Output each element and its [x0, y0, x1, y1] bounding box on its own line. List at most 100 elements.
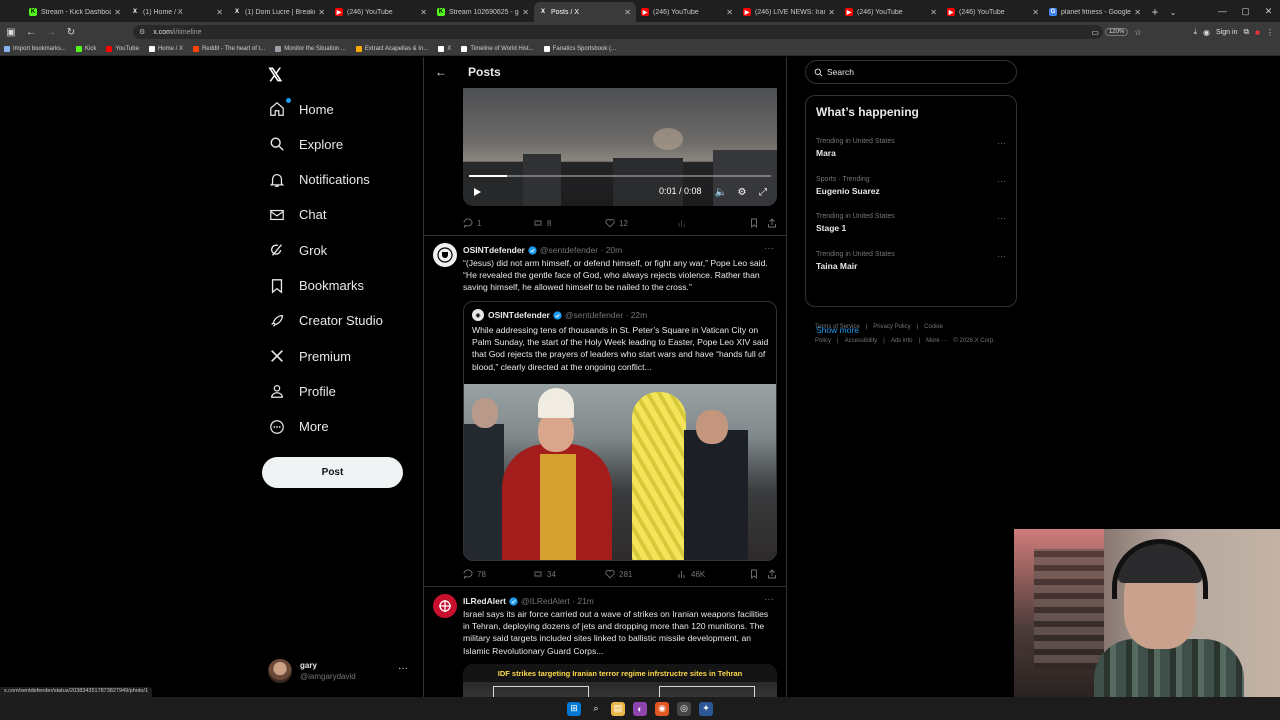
app-icon[interactable]: ◐ [633, 701, 647, 716]
screen-cast-icon[interactable]: ▭ [1091, 28, 1099, 37]
quoted-post[interactable]: ◉ OSINTdefender @sentdefender · 22m Whil… [463, 301, 777, 561]
reply-button[interactable]: 1 [463, 218, 481, 228]
bookmark-item[interactable]: Kick [76, 45, 96, 52]
repost-button[interactable]: 8 [533, 218, 551, 228]
close-tab-icon[interactable]: ✕ [522, 8, 529, 17]
author-handle[interactable]: @ILRedAlert [521, 596, 570, 606]
footer-link[interactable]: Privacy Policy [873, 324, 910, 330]
windows-start-icon[interactable]: ⊞ [567, 701, 581, 716]
more-dots-icon[interactable]: ··· [764, 594, 774, 605]
footer-link[interactable]: © 2026 X Corp. [953, 338, 994, 344]
bookmark-item[interactable]: Timeline of World Hist... [461, 45, 534, 52]
search-box[interactable] [805, 60, 1017, 84]
bookmark-item[interactable]: Extract Acapellas & In... [355, 45, 428, 52]
search-input[interactable] [827, 67, 1007, 77]
nav-item-bookmarks[interactable]: Bookmarks [268, 271, 364, 301]
close-tab-icon[interactable]: ✕ [1134, 8, 1141, 17]
bookmark-item[interactable]: Import bookmarks... [4, 45, 66, 52]
avatar[interactable] [433, 594, 457, 618]
author-handle[interactable]: @sentdefender [540, 245, 598, 255]
video-player[interactable]: 0:01 / 0:08 🔈 ⚙ ⤢ [463, 88, 777, 206]
bookmark-item[interactable]: Fanatics Sportsbook (... [543, 45, 616, 52]
nav-item-notifications[interactable]: Notifications [268, 165, 370, 195]
browser-tab[interactable]: K Stream 102690625 - garyd…✕ [432, 2, 534, 22]
browser-tab[interactable]: X (1) Home / X ✕ [126, 2, 228, 22]
volume-icon[interactable]: 🔈 [715, 186, 727, 198]
trend-item[interactable]: Trending in United States Stage 1 ··· [816, 213, 1006, 243]
author-name[interactable]: ILRedAlert [463, 596, 506, 606]
profile-icon[interactable]: ◉ [1203, 28, 1210, 37]
post-photo[interactable] [464, 384, 776, 560]
author-name[interactable]: OSINTdefender [463, 245, 525, 255]
browser-tab[interactable]: ▶ (246) YouTube ✕ [840, 2, 942, 22]
browser-menu-icon[interactable]: ⋮ [1266, 28, 1274, 37]
app-icon[interactable]: ◎ [677, 701, 691, 716]
close-tab-icon[interactable]: ✕ [318, 8, 325, 17]
video-progress-bar[interactable] [469, 175, 771, 177]
like-button[interactable]: 281 [605, 569, 632, 579]
site-info-icon[interactable]: ⚙ [139, 28, 145, 36]
bookmark-button[interactable] [749, 218, 759, 228]
more-dots-icon[interactable]: ··· [997, 176, 1006, 186]
zoom-indicator[interactable]: 120% [1104, 28, 1129, 36]
download-icon[interactable]: ⤓ [1194, 27, 1198, 37]
star-bookmark-icon[interactable]: ☆ [1134, 28, 1141, 37]
minimize-button[interactable]: — [1211, 0, 1234, 22]
more-dots-icon[interactable]: ··· [997, 138, 1006, 148]
file-explorer-icon[interactable]: ▤ [611, 701, 625, 716]
trend-item[interactable]: Trending in United States Mara ··· [816, 138, 1006, 168]
settings-gear-icon[interactable]: ⚙ [736, 186, 748, 198]
address-bar[interactable]: ⚙ x.com/i/timeline [133, 25, 1103, 39]
post-photo[interactable]: IDF strikes targeting Iranian terror reg… [463, 664, 777, 697]
close-tab-icon[interactable]: ✕ [216, 8, 223, 17]
footer-link[interactable]: Accessibility [845, 338, 878, 344]
sidebar-toggle-icon[interactable]: ▣ [2, 23, 20, 41]
post-time[interactable]: · 21m [572, 596, 594, 606]
browser-tab[interactable]: Gplanet fitness - Google Sear…✕ [1044, 2, 1146, 22]
close-tab-icon[interactable]: ✕ [420, 8, 427, 17]
share-button[interactable] [767, 569, 777, 579]
repost-button[interactable]: 34 [533, 569, 556, 579]
more-dots-icon[interactable]: ··· [997, 213, 1006, 223]
browser-tab[interactable]: ▶ (246) YouTube ✕ [942, 2, 1044, 22]
nav-item-chat[interactable]: Chat [268, 200, 326, 230]
reply-button[interactable]: 78 [463, 569, 486, 579]
bookmark-item[interactable]: Reddit - The heart of t... [192, 45, 265, 52]
footer-link[interactable]: Ads info [891, 338, 913, 344]
app-icon[interactable]: ◉ [655, 701, 669, 716]
bookmark-item[interactable]: Home / X [148, 45, 183, 52]
close-tab-icon[interactable]: ✕ [930, 8, 937, 17]
play-icon[interactable] [472, 187, 482, 197]
bookmark-item[interactable]: Monitor the Situation ... [275, 45, 346, 52]
app-icon[interactable]: ✦ [699, 701, 713, 716]
nav-item-creator-studio[interactable]: Creator Studio [268, 306, 383, 336]
browser-tab[interactable]: K Stream - Kick Dashboard✕ [24, 2, 126, 22]
browser-tab[interactable]: ▶ (246) YouTube ✕ [330, 2, 432, 22]
more-dots-icon[interactable]: ··· [997, 251, 1006, 261]
close-tab-icon[interactable]: ✕ [624, 8, 631, 17]
nav-item-profile[interactable]: Profile [268, 376, 336, 406]
sign-in-button[interactable]: Sign in [1216, 29, 1237, 36]
extension-badge-icon[interactable]: ■ [1255, 28, 1260, 37]
account-switcher[interactable]: gary @iamgarydavid ··· [268, 657, 418, 685]
views-button[interactable] [677, 218, 691, 228]
browser-tab[interactable]: ▶ (246) YouTube ✕ [636, 2, 738, 22]
back-arrow-icon[interactable]: ← [431, 62, 451, 82]
fullscreen-icon[interactable]: ⤢ [757, 186, 769, 198]
bookmark-button[interactable] [749, 569, 759, 579]
tab-list-chevron-icon[interactable]: ⌄ [1164, 2, 1182, 22]
close-window-button[interactable]: ✕ [1257, 0, 1280, 22]
post-button[interactable]: Post [262, 457, 403, 488]
reload-button[interactable]: ↻ [62, 23, 80, 41]
bookmark-item[interactable]: YouTube [106, 45, 139, 52]
close-tab-icon[interactable]: ✕ [828, 8, 835, 17]
more-dots-icon[interactable]: ··· [398, 663, 408, 674]
nav-item-explore[interactable]: Explore [268, 129, 343, 159]
more-dots-icon[interactable]: ··· [764, 243, 774, 254]
new-tab-button[interactable]: + [1146, 2, 1164, 22]
back-button[interactable]: ← [22, 23, 40, 41]
maximize-button[interactable]: ▢ [1234, 0, 1257, 22]
close-tab-icon[interactable]: ✕ [726, 8, 733, 17]
close-tab-icon[interactable]: ✕ [1032, 8, 1039, 17]
nav-item-home[interactable]: Home [268, 94, 334, 124]
